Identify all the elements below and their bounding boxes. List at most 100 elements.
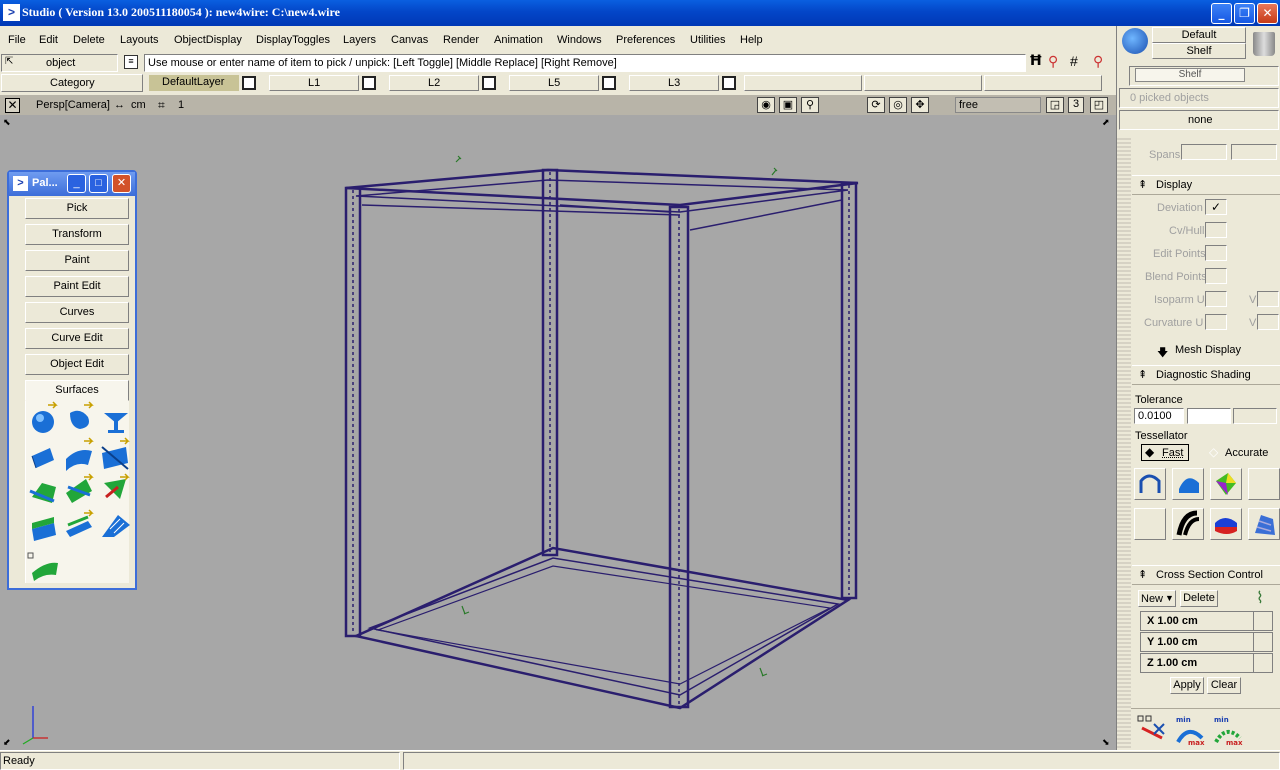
cv-hull-checkbox[interactable] xyxy=(1205,222,1227,238)
camera-icon[interactable]: ◉ xyxy=(757,97,775,113)
shelf-tab[interactable]: Shelf xyxy=(1135,68,1245,82)
palette-object-edit-button[interactable]: Object Edit xyxy=(25,354,129,375)
globe-icon[interactable] xyxy=(1122,28,1148,54)
zoom-icon[interactable]: ⚲ xyxy=(801,97,819,113)
palette-paint-button[interactable]: Paint xyxy=(25,250,129,271)
layer-empty-2[interactable] xyxy=(864,75,982,91)
cross-section-header[interactable]: ⇞ Cross Section Control xyxy=(1132,565,1280,585)
viewport-close-icon[interactable]: ✕ xyxy=(5,98,20,113)
isoparm-u-checkbox[interactable] xyxy=(1205,291,1227,307)
palette-surfaces-tab[interactable]: Surfaces xyxy=(25,380,129,401)
move-view-icon[interactable]: ✥ xyxy=(911,97,929,113)
close-button[interactable]: ✕ xyxy=(1257,3,1278,24)
tolerance-field-2[interactable] xyxy=(1187,408,1231,424)
menu-help[interactable]: Help xyxy=(740,34,763,46)
layer-l5[interactable]: L5 xyxy=(509,75,599,91)
menu-file[interactable]: File xyxy=(8,34,26,46)
pick-mode-field[interactable]: ⇱ object xyxy=(1,54,118,72)
layer-empty-1[interactable] xyxy=(744,75,862,91)
history-icon[interactable]: Ħ xyxy=(1029,53,1043,69)
rail-icon[interactable] xyxy=(102,438,128,469)
ruled-icon[interactable] xyxy=(102,515,130,537)
menu-layers[interactable]: Layers xyxy=(343,34,376,46)
default-shelf-button[interactable]: Default xyxy=(1152,27,1246,43)
curvature-v-checkbox[interactable] xyxy=(1257,314,1279,330)
cross-section-x[interactable]: X 1.00 cm xyxy=(1140,611,1273,631)
panel-scroll-handle[interactable] xyxy=(1117,136,1131,750)
menu-displaytoggles[interactable]: DisplayToggles xyxy=(256,34,330,46)
spans-v-field[interactable] xyxy=(1231,144,1277,160)
category-button[interactable]: Category xyxy=(1,74,143,92)
layer-l1[interactable]: L1 xyxy=(269,75,359,91)
video-camera-icon[interactable]: ▣ xyxy=(779,97,797,113)
offset-icon[interactable] xyxy=(32,517,56,541)
menu-utilities[interactable]: Utilities xyxy=(690,34,725,46)
diagnostic-shading-header[interactable]: ⇞ Diagnostic Shading xyxy=(1132,365,1280,385)
shade-wire-tool[interactable] xyxy=(1134,468,1166,500)
layer-l3-checkbox[interactable] xyxy=(722,76,736,90)
layer-empty-3[interactable] xyxy=(984,75,1102,91)
shade-empty-tool[interactable] xyxy=(1248,468,1280,500)
draft-shading-tool[interactable] xyxy=(1210,508,1242,540)
spans-u-field[interactable] xyxy=(1181,144,1227,160)
shade-curvature-tool[interactable] xyxy=(1210,468,1242,500)
clear-button[interactable]: Clear xyxy=(1207,677,1241,694)
layer-l1-checkbox[interactable] xyxy=(362,76,376,90)
palette-close-button[interactable]: ✕ xyxy=(112,174,131,193)
fillet-icon[interactable] xyxy=(104,474,128,499)
shade-blue-tool[interactable] xyxy=(1172,468,1204,500)
snap-magnet-icon[interactable]: ⚲ xyxy=(1093,53,1103,70)
trash-icon[interactable] xyxy=(1253,32,1275,56)
tolerance-field[interactable]: 0.0100 xyxy=(1134,408,1184,424)
tumble-icon[interactable]: ⟳ xyxy=(867,97,885,113)
extrude-icon[interactable] xyxy=(32,448,54,468)
layer-default[interactable]: DefaultLayer xyxy=(149,75,239,91)
menu-canvas[interactable]: Canvas xyxy=(391,34,428,46)
new-dropdown[interactable]: New ▼ xyxy=(1138,590,1176,607)
palette-curves-button[interactable]: Curves xyxy=(25,302,129,323)
cross-section-z[interactable]: Z 1.00 cm xyxy=(1140,653,1273,673)
magnet-icon[interactable]: ⚲ xyxy=(1048,53,1058,70)
shade-empty-tool-2[interactable] xyxy=(1134,508,1166,540)
accurate-radio[interactable]: Accurate xyxy=(1225,447,1268,459)
cross-section-tool-icon[interactable]: ⌇ xyxy=(1256,588,1264,608)
revolve-icon[interactable] xyxy=(70,402,92,429)
menu-preferences[interactable]: Preferences xyxy=(616,34,675,46)
viewport-corner-tr-icon[interactable]: ⬈ xyxy=(1102,117,1110,128)
layer-default-checkbox[interactable] xyxy=(242,76,256,90)
iso-shading-tool[interactable] xyxy=(1248,508,1280,540)
minimize-button[interactable]: _ xyxy=(1211,3,1232,24)
zebra-stripes-tool[interactable] xyxy=(1172,508,1204,540)
maximize-view-icon[interactable]: ◰ xyxy=(1090,97,1108,113)
viewport-corner-tl-icon[interactable]: ⬉ xyxy=(3,117,11,128)
tube-icon[interactable] xyxy=(28,553,58,581)
palette-minimize-button[interactable]: _ xyxy=(67,174,86,193)
display-section-header[interactable]: ⇞ Display xyxy=(1132,175,1280,195)
apply-button[interactable]: Apply xyxy=(1170,677,1204,694)
layer-l5-checkbox[interactable] xyxy=(602,76,616,90)
skin-icon[interactable] xyxy=(104,413,128,433)
blend-points-checkbox[interactable] xyxy=(1205,268,1227,284)
transfer-cos-icon[interactable] xyxy=(1136,714,1168,746)
shelf-button[interactable]: Shelf xyxy=(1152,43,1246,59)
view-count[interactable]: 3 xyxy=(1068,97,1084,113)
palette-titlebar[interactable]: > Pal... _ □ ✕ xyxy=(9,172,135,196)
min-max-color-icon[interactable]: min max xyxy=(1212,714,1244,746)
menu-windows[interactable]: Windows xyxy=(557,34,602,46)
edit-points-checkbox[interactable] xyxy=(1205,245,1227,261)
cross-section-y[interactable]: Y 1.00 cm xyxy=(1140,632,1273,652)
draft-icon[interactable] xyxy=(66,510,92,537)
min-max-scale-icon[interactable]: min max xyxy=(1174,714,1206,746)
palette-paint-edit-button[interactable]: Paint Edit xyxy=(25,276,129,297)
palette-transform-button[interactable]: Transform xyxy=(25,224,129,245)
prompt-list-icon[interactable]: ≡ xyxy=(124,55,138,69)
layer-l3[interactable]: L3 xyxy=(629,75,719,91)
menu-layouts[interactable]: Layouts xyxy=(120,34,159,46)
fast-radio[interactable]: ◆ Fast xyxy=(1141,444,1189,461)
menu-delete[interactable]: Delete xyxy=(73,34,105,46)
viewport-corner-br-icon[interactable]: ⬊ xyxy=(1102,737,1110,748)
tolerance-field-3[interactable] xyxy=(1233,408,1277,424)
square-icon[interactable] xyxy=(30,483,56,503)
layer-l2-checkbox[interactable] xyxy=(482,76,496,90)
menu-render[interactable]: Render xyxy=(443,34,479,46)
